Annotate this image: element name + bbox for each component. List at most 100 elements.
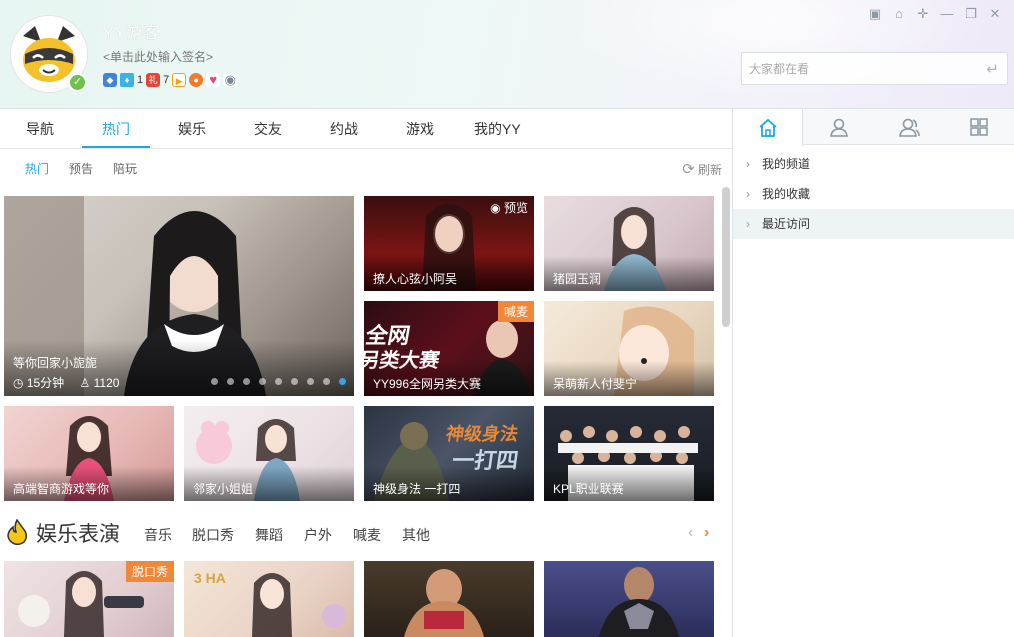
stream-card[interactable]: 呆萌新人付斐宁 (544, 301, 714, 396)
tab-games[interactable]: 游戏 (406, 109, 434, 149)
sub-nav: 热门 预告 陪玩 ⟳ 刷新 (0, 150, 732, 186)
pin-icon[interactable]: ✛ (916, 7, 930, 21)
heart-icon[interactable]: ♥ (206, 73, 221, 87)
tab-contacts[interactable] (804, 109, 874, 145)
prev-arrow-icon[interactable]: ‹ (688, 524, 693, 542)
sidebar-item-label: 我的频道 (762, 157, 811, 171)
carousel-dots (211, 378, 346, 385)
stream-card[interactable]: 全网另类大赛 喊麦 YY996全网另类大赛 (364, 301, 534, 396)
stream-card[interactable]: 脱口秀 (4, 561, 174, 637)
subtab-hot[interactable]: 热门 (25, 160, 49, 177)
section-tab-shout[interactable]: 喊麦 (353, 525, 381, 545)
sidebar-item-recent-visits[interactable]: › 最近访问 (733, 209, 1014, 239)
carousel-dot[interactable] (211, 378, 218, 385)
chevron-right-icon: › (746, 187, 750, 201)
subtab-companion[interactable]: 陪玩 (113, 160, 137, 177)
carousel-dot[interactable] (307, 378, 314, 385)
carousel-dot[interactable] (259, 378, 266, 385)
stream-card[interactable]: ◉ 预览 撩人心弦小阿吴 (364, 196, 534, 291)
maximize-icon[interactable]: ❐ (964, 7, 978, 21)
stream-card[interactable]: 高端智商游戏等你 (4, 406, 174, 501)
tab-apps[interactable] (944, 109, 1014, 145)
sidebar-item-label: 我的收藏 (762, 187, 811, 201)
username[interactable]: YY游客 (103, 19, 160, 43)
carousel-dot[interactable] (243, 378, 250, 385)
tab-home[interactable] (733, 109, 803, 146)
sidebar-item-label: 最近访问 (762, 217, 811, 231)
carousel-dot[interactable] (275, 378, 282, 385)
stream-card[interactable]: KPL职业联赛 (544, 406, 714, 501)
clock-icon: ◷ (13, 376, 24, 390)
diamond-count: 1 (137, 74, 144, 86)
badge-row: ◆ ♦ 1 礼 7 ▶ ● ♥ ◉ (103, 73, 238, 87)
stream-title: KPL职业联赛 (544, 466, 714, 501)
section-tab-dance[interactable]: 舞蹈 (255, 525, 283, 545)
tab-battle[interactable]: 约战 (330, 109, 358, 149)
refresh-label: 刷新 (697, 163, 722, 177)
section-tab-talkshow[interactable]: 脱口秀 (192, 525, 234, 545)
tab-groups[interactable] (874, 109, 944, 145)
next-arrow-icon[interactable]: › (704, 524, 709, 542)
section-title: 娱乐表演 (36, 523, 120, 546)
tab-my-yy[interactable]: 我的YY (474, 109, 521, 149)
section-tab-outdoor[interactable]: 户外 (304, 525, 332, 545)
featured-viewers: 1120 (93, 376, 120, 390)
scrollbar-thumb[interactable] (722, 187, 730, 327)
stream-card[interactable] (544, 561, 714, 637)
tab-hot[interactable]: 热门 (102, 109, 130, 149)
viewer-icon: ♙ (79, 376, 91, 390)
featured-card[interactable]: 等你回家小旎旎 ◷ 15分钟 ♙ 1120 (4, 196, 354, 396)
section-tab-other[interactable]: 其他 (402, 525, 430, 545)
preview-label: 预览 (503, 201, 528, 215)
main-scrollbar[interactable] (720, 186, 732, 637)
stream-thumbnail (404, 569, 484, 637)
svg-text:全网: 全网 (364, 323, 412, 348)
chevron-right-icon: › (746, 217, 750, 231)
section-tab-music[interactable]: 音乐 (144, 525, 172, 545)
right-panel-tabs (733, 109, 1014, 146)
entertainment-section-header: 娱乐表演 音乐 脱口秀 舞蹈 户外 喊麦 其他 ‹ › (0, 514, 732, 554)
apps-icon (970, 118, 988, 136)
featured-caption: 等你回家小旎旎 ◷ 15分钟 ♙ 1120 (4, 340, 354, 396)
carousel-dot[interactable] (291, 378, 298, 385)
gift-level-count: 7 (163, 74, 170, 86)
carousel-dot[interactable] (227, 378, 234, 385)
refresh-button[interactable]: ⟳ 刷新 (682, 160, 722, 178)
home-icon (758, 118, 777, 137)
carousel-dot[interactable] (323, 378, 330, 385)
game-controller-icon[interactable]: ● (189, 73, 204, 87)
gamepad-icon[interactable]: ◆ (103, 73, 117, 87)
tab-navigation[interactable]: 导航 (26, 109, 54, 149)
eye-circle-icon[interactable]: ◉ (223, 73, 238, 87)
category-tag: 喊麦 (497, 301, 534, 322)
search-input[interactable] (742, 53, 967, 84)
chevron-right-icon: › (746, 157, 750, 171)
carousel-dot-active[interactable] (339, 378, 346, 385)
tab-friends[interactable]: 交友 (254, 109, 282, 149)
stream-card[interactable]: 神级身法 一打四 神级身法 一打四 (364, 406, 534, 501)
svg-text:3 HA: 3 HA (194, 570, 226, 586)
category-tag: 脱口秀 (125, 561, 174, 582)
main-nav: 导航 热门 娱乐 交友 约战 游戏 我的YY (0, 109, 732, 149)
diamond-icon[interactable]: ♦ (120, 73, 134, 87)
tab-entertainment[interactable]: 娱乐 (178, 109, 206, 149)
close-icon[interactable]: ✕ (988, 7, 1002, 21)
featured-duration: 15分钟 (26, 376, 65, 390)
signature-input[interactable]: <单击此处输入签名> (103, 48, 213, 65)
stream-card[interactable]: 猪园玉润 (544, 196, 714, 291)
header-bar: ✓ YY游客 <单击此处输入签名> ◆ ♦ 1 礼 7 ▶ ● ♥ ◉ ▣ ⌂ … (0, 0, 1014, 109)
subtab-preview[interactable]: 预告 (69, 160, 93, 177)
minimize-icon[interactable]: — (940, 7, 954, 21)
stream-card[interactable] (364, 561, 534, 637)
sidebar-item-my-favorites[interactable]: › 我的收藏 (733, 179, 1014, 209)
stream-card[interactable]: 3 HA (184, 561, 354, 637)
sidebar-item-my-channels[interactable]: › 我的频道 (733, 149, 1014, 179)
trash-icon[interactable]: ⌂ (892, 7, 906, 21)
stream-card[interactable]: 邻家小姐姐 (184, 406, 354, 501)
enter-icon[interactable]: ↵ (986, 60, 999, 78)
video-icon[interactable]: ▶ (172, 73, 187, 87)
gift-level-icon[interactable]: 礼 (146, 73, 161, 87)
search-box: ↵ (741, 52, 1008, 85)
window-controls: ▣ ⌂ ✛ — ❐ ✕ (868, 7, 1002, 21)
skin-icon[interactable]: ▣ (868, 7, 882, 21)
